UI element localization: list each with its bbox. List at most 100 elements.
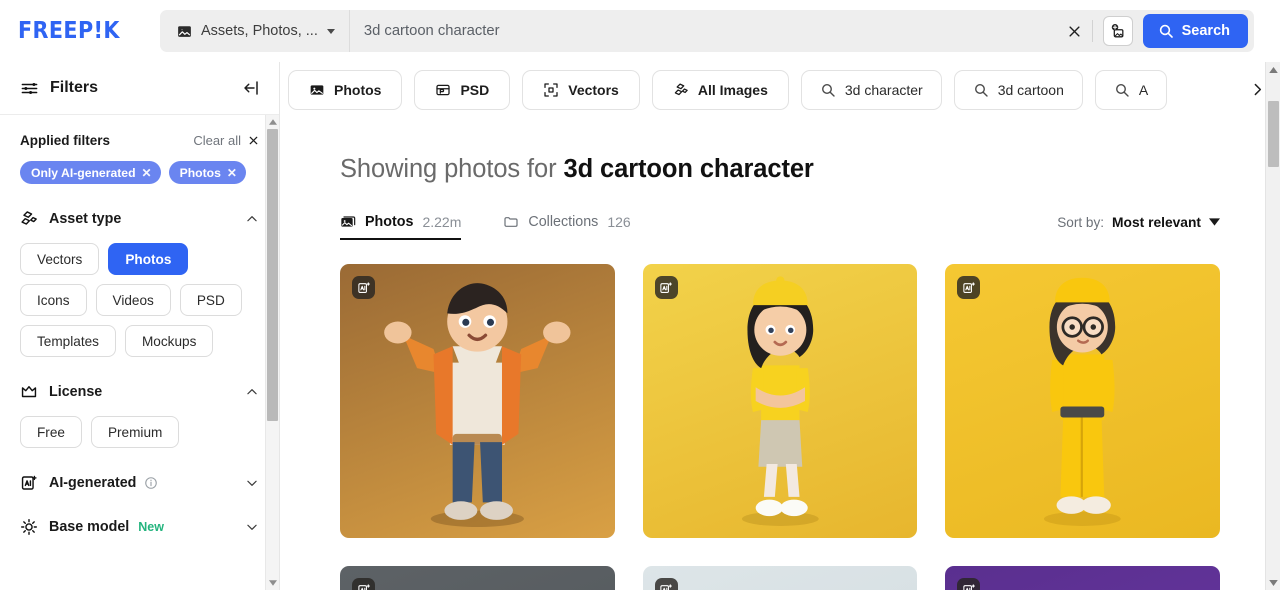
chevron-right-icon[interactable] <box>1249 81 1266 98</box>
filters-sidebar: Filters Applied filters Clear all Only A… <box>0 62 280 590</box>
chevron-up-icon[interactable] <box>245 212 259 226</box>
filter-option-mockups[interactable]: Mockups <box>124 325 214 357</box>
chevron-down-icon[interactable] <box>245 520 259 534</box>
image-icon <box>309 82 325 98</box>
chevron-down-icon[interactable] <box>245 476 259 490</box>
filter-option-list: Free Premium <box>20 416 259 448</box>
filter-group-header[interactable]: AI-generated <box>20 474 259 492</box>
chevron-up-icon[interactable] <box>245 385 259 399</box>
quick-chip-a[interactable]: A <box>1094 69 1168 110</box>
search-button-label: Search <box>1181 23 1230 39</box>
quick-chip-3d-character[interactable]: 3d character <box>800 69 942 110</box>
filter-group-title: License <box>49 384 103 400</box>
quick-chip-3d-cartoon[interactable]: 3d cartoon <box>953 69 1083 110</box>
close-icon[interactable]: ✕ <box>142 167 152 179</box>
browser-scrollbar[interactable] <box>1265 62 1280 590</box>
filter-group-ai-generated: AI-generated <box>20 474 259 492</box>
result-thumbnail <box>643 566 918 590</box>
tab-photos[interactable]: Photos 2.22m <box>340 214 462 240</box>
top-bar: FREEP!K Assets, Photos, ... 3d cartoon c… <box>0 0 1280 62</box>
asset-type-icon <box>20 210 39 228</box>
photos-icon <box>340 214 356 230</box>
filter-option-templates[interactable]: Templates <box>20 325 116 357</box>
clear-search-button[interactable] <box>1058 10 1092 52</box>
ai-generated-badge <box>654 276 678 299</box>
filter-group-base-model: Base model New <box>20 518 259 536</box>
filter-group-title: Asset type <box>49 211 122 227</box>
applied-chip[interactable]: Photos ✕ <box>168 161 246 184</box>
result-card[interactable] <box>642 264 918 538</box>
ai-generated-badge <box>654 578 678 590</box>
quick-chip-label: PSD <box>460 81 490 98</box>
sort-by-value: Most relevant <box>1112 214 1201 230</box>
applied-filters-row: Applied filters Clear all <box>20 133 259 148</box>
result-card[interactable] <box>642 566 918 590</box>
scroll-up-icon[interactable] <box>268 115 277 129</box>
sidebar-scrollbar[interactable] <box>265 115 279 590</box>
search-button[interactable]: Search <box>1142 14 1248 48</box>
psd-icon <box>435 82 451 98</box>
freepik-search-page: FREEP!K Assets, Photos, ... 3d cartoon c… <box>0 0 1280 590</box>
filter-option-label: Premium <box>107 424 163 440</box>
info-icon[interactable] <box>144 476 158 490</box>
sidebar-scroll-thumb[interactable] <box>267 129 278 421</box>
filter-option-videos[interactable]: Videos <box>95 284 171 316</box>
search-input[interactable] <box>363 23 1044 39</box>
freepik-logo[interactable]: FREEP!K <box>0 18 160 44</box>
page-scroll-down-icon[interactable] <box>1268 575 1278 590</box>
filter-group-header[interactable]: Base model New <box>20 518 259 536</box>
quick-chip-psd[interactable]: PSD <box>414 69 511 110</box>
tab-collections[interactable]: Collections 126 <box>503 214 631 240</box>
result-card[interactable] <box>945 566 1220 590</box>
close-icon <box>1067 24 1082 39</box>
search-icon <box>973 82 989 98</box>
close-icon[interactable]: ✕ <box>227 167 237 179</box>
applied-chip[interactable]: Only AI-generated ✕ <box>20 161 161 184</box>
filter-option-psd[interactable]: PSD <box>179 284 242 316</box>
filter-group-header[interactable]: Asset type <box>20 210 259 228</box>
filter-group-header[interactable]: License <box>20 383 259 401</box>
vector-icon <box>543 82 559 98</box>
search-query-wrap <box>350 10 1058 52</box>
result-card[interactable] <box>945 264 1220 538</box>
quick-chip-vectors[interactable]: Vectors <box>522 69 640 110</box>
filter-option-icons[interactable]: Icons <box>20 284 87 316</box>
search-scope-selector[interactable]: Assets, Photos, ... <box>160 10 350 52</box>
quick-chip-label: A <box>1138 81 1149 98</box>
collapse-panel-icon[interactable] <box>241 79 261 97</box>
result-card[interactable] <box>340 566 615 590</box>
filter-option-premium[interactable]: Premium <box>90 416 180 448</box>
scroll-down-icon[interactable] <box>268 576 277 590</box>
filter-option-label: Vectors <box>37 251 83 267</box>
sort-by-label: Sort by: <box>1057 214 1105 230</box>
filter-group-asset-type: Asset type Vectors Photos Icons Videos PSD Tem… <box>20 210 259 357</box>
license-crown-icon <box>20 383 39 401</box>
page-scroll-track[interactable] <box>1266 77 1280 575</box>
quick-chip-label: 3d cartoon <box>997 81 1064 98</box>
sort-by-dropdown[interactable]: Sort by: Most relevant <box>1057 215 1220 240</box>
quick-chip-all-images[interactable]: All Images <box>651 69 789 110</box>
search-icon <box>1114 82 1130 98</box>
filter-option-vectors[interactable]: Vectors <box>20 243 100 275</box>
chevron-down-icon <box>326 28 335 34</box>
page-scroll-thumb[interactable] <box>1268 101 1279 167</box>
result-card[interactable] <box>340 264 615 538</box>
ai-generated-badge <box>352 578 375 590</box>
filter-group-title: AI-generated <box>49 475 137 491</box>
sidebar-scroll-track[interactable] <box>266 129 279 576</box>
image-search-button[interactable] <box>1102 16 1133 46</box>
filter-option-label: Free <box>37 424 65 440</box>
page-scroll-up-icon[interactable] <box>1268 62 1278 77</box>
filter-option-photos[interactable]: Photos <box>108 243 189 275</box>
quick-chip-photos[interactable]: Photos <box>288 69 403 110</box>
ai-generated-badge <box>352 276 375 299</box>
clear-all-button[interactable]: Clear all <box>193 133 259 148</box>
filter-option-label: Photos <box>125 251 172 267</box>
results-area: Showing photos for 3d cartoon character <box>280 117 1280 590</box>
chevron-down-icon <box>1209 218 1220 226</box>
results-grid <box>340 264 1220 590</box>
result-thumbnail <box>945 566 1220 590</box>
tab-collections-count: 126 <box>607 214 631 230</box>
filter-option-free[interactable]: Free <box>20 416 82 448</box>
search-icon <box>820 82 836 98</box>
